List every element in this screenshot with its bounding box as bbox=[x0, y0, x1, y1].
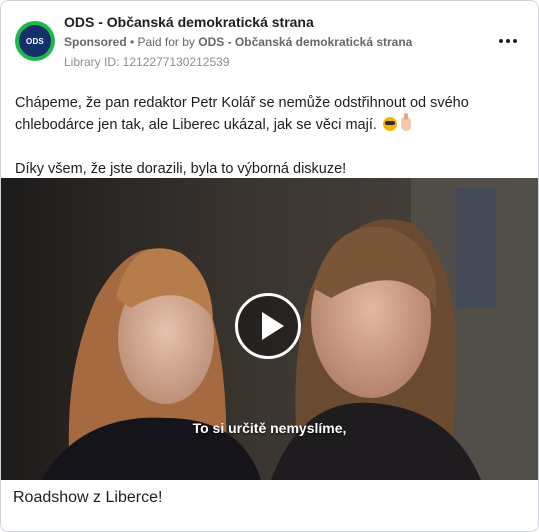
body-paragraph-1: Chápeme, že pan redaktor Petr Kolář se n… bbox=[15, 95, 469, 133]
sunglasses-emoji-icon bbox=[382, 117, 397, 131]
page-name-link[interactable]: ODS - Občanská demokratická strana bbox=[64, 14, 314, 30]
library-id: Library ID: 1212277130212539 bbox=[64, 55, 230, 69]
sponsored-label: Sponsored bbox=[64, 35, 127, 49]
video-subtitle: To si určitě nemyslíme, bbox=[192, 420, 347, 436]
link-title[interactable]: Roadshow z Liberce! bbox=[13, 489, 162, 507]
page-avatar[interactable]: ODS bbox=[15, 21, 55, 61]
post-header: ODS ODS - Občanská demokratická strana S… bbox=[1, 1, 538, 81]
sponsor-line: Sponsored • Paid for by ODS - Občanská d… bbox=[64, 35, 412, 49]
paid-for-prefix: • Paid for by bbox=[126, 35, 199, 49]
post-body: Chápeme, že pan redaktor Petr Kolář se n… bbox=[15, 92, 525, 180]
link-footer[interactable]: Roadshow z Liberce! bbox=[1, 480, 538, 531]
paid-for-name[interactable]: ODS - Občanská demokratická strana bbox=[198, 35, 412, 49]
more-options-icon[interactable] bbox=[495, 31, 521, 51]
ad-card: ODS ODS - Občanská demokratická strana S… bbox=[0, 0, 539, 532]
play-icon[interactable] bbox=[235, 293, 301, 359]
avatar-logo: ODS bbox=[19, 25, 51, 57]
hand-emoji-icon bbox=[400, 113, 411, 131]
body-paragraph-2: Díky všem, že jste dorazili, byla to výb… bbox=[15, 161, 347, 177]
